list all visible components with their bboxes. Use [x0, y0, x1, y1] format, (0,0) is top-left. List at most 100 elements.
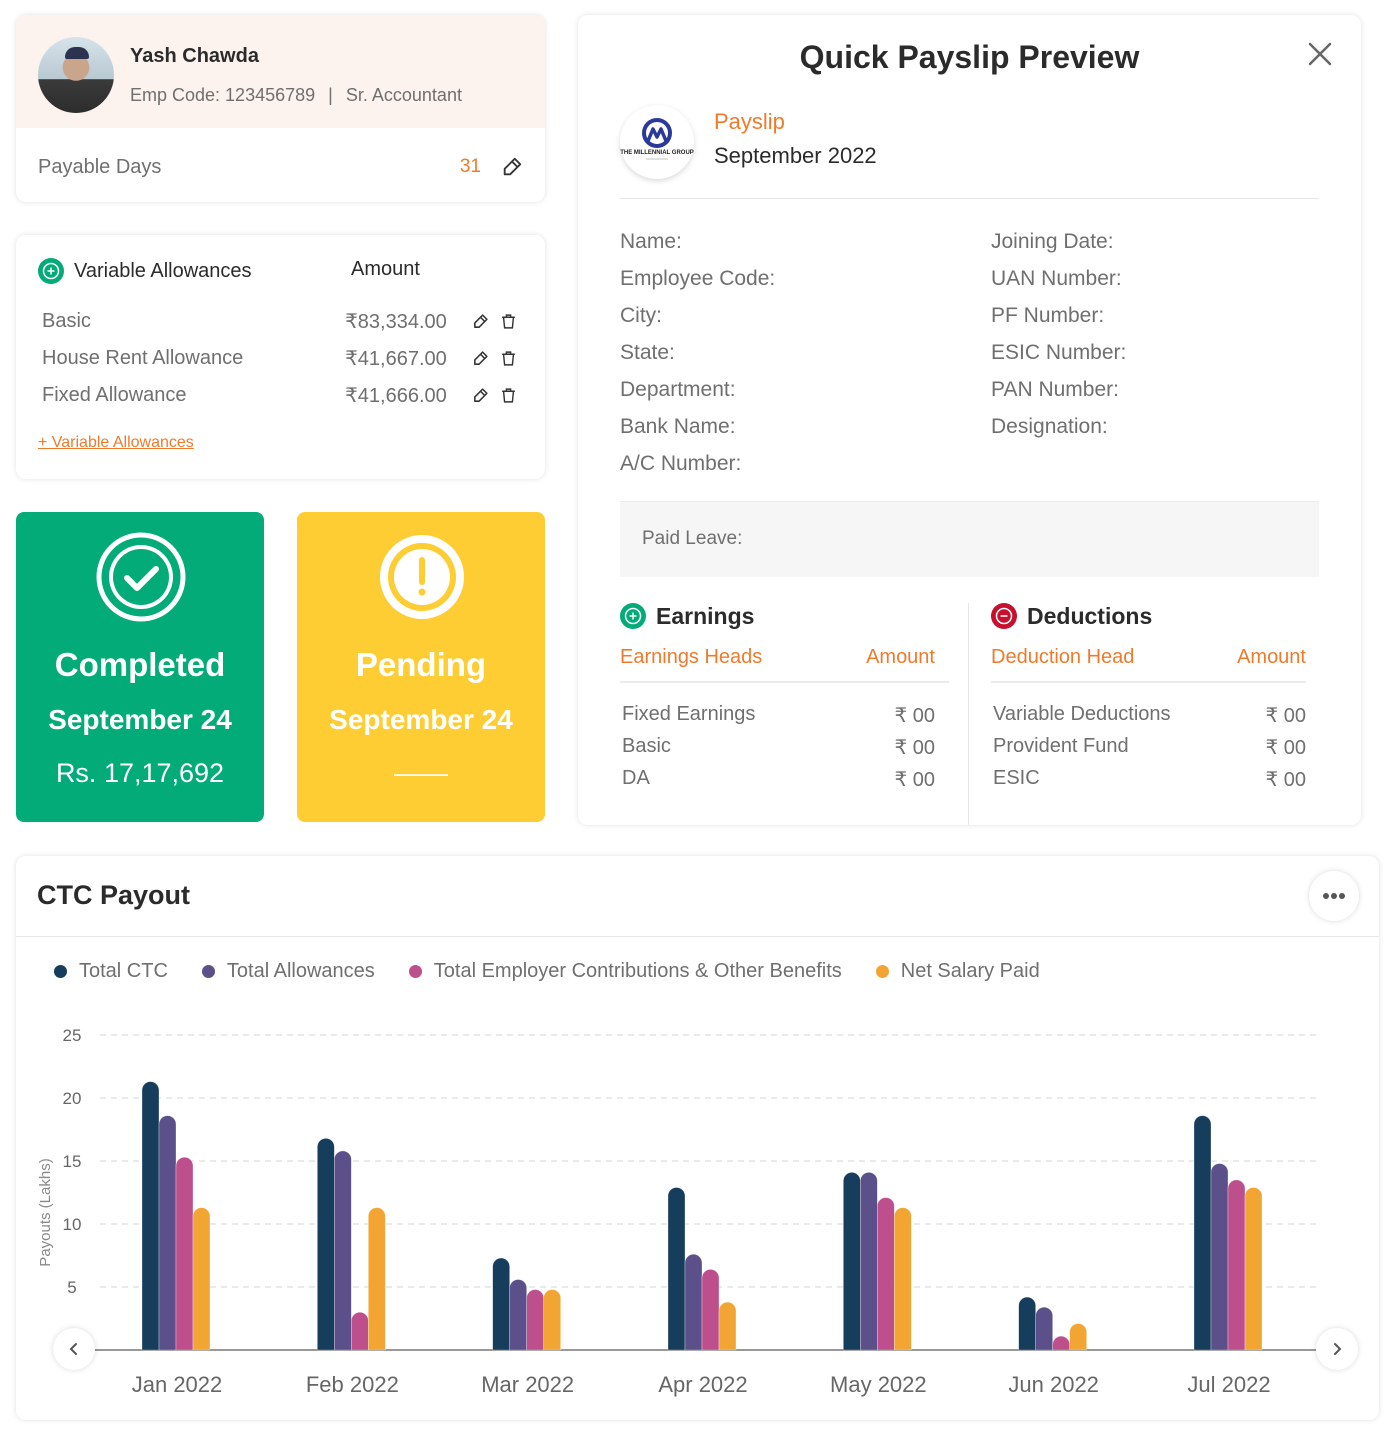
earnings-amount-header: Amount — [866, 646, 935, 668]
payslip-label: Payslip — [714, 109, 785, 134]
add-variable-allowance-link[interactable]: + Variable Allowances — [38, 434, 194, 452]
allowances-header: Variable Allowances — [38, 258, 252, 284]
divider — [620, 198, 1319, 199]
earning-name: DA — [622, 767, 650, 789]
field-uan-number: UAN Number: — [991, 267, 1122, 290]
close-icon[interactable] — [1305, 39, 1335, 69]
deductions-header: Deductions — [991, 600, 1306, 632]
bar — [718, 1301, 737, 1351]
field-city: City: — [620, 304, 662, 327]
company-logo: THE MILLENNIAL GROUP — [620, 105, 694, 179]
bar — [317, 1138, 335, 1351]
check-circle-icon — [96, 532, 186, 622]
paid-leave-box: Paid Leave: — [620, 501, 1319, 577]
delete-icon[interactable] — [495, 387, 522, 404]
earning-amount: ₹ 00 — [894, 705, 935, 727]
quick-payslip-preview-panel: Quick Payslip Preview THE MILLENNIAL GRO… — [578, 15, 1361, 825]
deduction-amount-header: Amount — [1237, 646, 1306, 668]
alert-circle-icon — [380, 535, 464, 619]
earnings-heads-header: Earnings Heads — [620, 646, 763, 668]
edit-icon[interactable] — [467, 387, 494, 404]
earnings-title: Earnings — [656, 602, 755, 629]
ctc-bar-chart: 5 10 15 20 25 Payouts (Lakhs) Jan 2022 Feb 2022… — [37, 1026, 1316, 1397]
deduction-amount: ₹ 00 — [1265, 705, 1306, 727]
earning-name: Basic — [622, 735, 671, 757]
edit-icon[interactable] — [467, 350, 494, 367]
bar — [1210, 1163, 1229, 1351]
payable-days-label: Payable Days — [38, 155, 162, 178]
deductions-section: Deductions Deduction Head Amount Variabl… — [991, 600, 1306, 799]
allowance-row: Basic ₹83,334.00 — [42, 306, 522, 336]
chart-next-button[interactable] — [1316, 1328, 1358, 1370]
delete-icon[interactable] — [495, 313, 522, 330]
chart-prev-button[interactable] — [53, 1328, 95, 1370]
edit-payable-days-icon[interactable] — [501, 156, 523, 178]
y-tick-label: 5 — [67, 1278, 76, 1297]
pending-title: Pending — [355, 646, 487, 683]
y-axis-label: Payouts (Lakhs) — [37, 1158, 54, 1266]
completed-date: September 24 — [48, 704, 232, 735]
deductions-row: Provident Fund ₹ 00 — [991, 735, 1306, 767]
employee-fields-left: Name: Employee Code: City: State: Depart… — [620, 223, 775, 482]
minus-circle-icon — [991, 603, 1017, 629]
deduction-amount: ₹ 00 — [1265, 737, 1306, 759]
allowance-name: House Rent Allowance — [42, 346, 244, 369]
earnings-row: DA ₹ 00 — [620, 767, 935, 799]
deductions-row: Variable Deductions ₹ 00 — [991, 703, 1306, 735]
earning-amount: ₹ 00 — [894, 737, 935, 759]
earnings-row: Basic ₹ 00 — [620, 735, 935, 767]
y-tick-label: 15 — [63, 1152, 82, 1171]
bar — [860, 1172, 878, 1351]
field-state: State: — [620, 341, 675, 364]
y-tick-label: 20 — [63, 1089, 82, 1108]
x-tick-label: Feb 2022 — [306, 1372, 399, 1397]
allowances-title: Variable Allowances — [74, 259, 252, 282]
field-esic-number: ESIC Number: — [991, 341, 1127, 364]
profile-header: Yash Chawda Emp Code: 123456789 | Sr. Ac… — [16, 15, 545, 128]
earnings-row: Fixed Earnings ₹ 00 — [620, 703, 935, 735]
chevron-left-icon — [69, 1343, 77, 1355]
delete-icon[interactable] — [495, 350, 522, 367]
field-joining-date: Joining Date: — [991, 230, 1114, 253]
edit-icon[interactable] — [467, 313, 494, 330]
ctc-payout-card: CTC Payout Total CTC Total Allowances Tota… — [16, 856, 1379, 1420]
deduction-name: ESIC — [993, 767, 1040, 789]
bar — [351, 1311, 369, 1351]
x-tick-label: Jan 2022 — [132, 1372, 223, 1397]
allowance-row: House Rent Allowance ₹41,667.00 — [42, 343, 522, 373]
earnings-section: Earnings Earnings Heads Amount Fixed Ear… — [620, 600, 949, 799]
bar — [701, 1269, 720, 1351]
field-pf-number: PF Number: — [991, 304, 1105, 327]
x-tick-label: Jun 2022 — [1008, 1372, 1099, 1397]
bar — [141, 1081, 160, 1351]
field-employee-code: Employee Code: — [620, 267, 776, 290]
bar — [368, 1207, 386, 1351]
bar — [1035, 1306, 1053, 1351]
bar — [175, 1157, 194, 1351]
company-logo-text: THE MILLENNIAL GROUP — [620, 150, 694, 156]
bar — [1193, 1115, 1212, 1351]
employee-name: Yash Chawda — [130, 45, 259, 67]
designation: Sr. Accountant — [345, 85, 462, 105]
bar — [1069, 1323, 1087, 1351]
payslip-panel-title: Quick Payslip Preview — [799, 39, 1140, 75]
bar — [684, 1254, 703, 1351]
x-tick-label: May 2022 — [830, 1372, 927, 1397]
payslip-period: September 2022 — [714, 143, 877, 168]
employee-fields-right: Joining Date: UAN Number: PF Number: ESI… — [991, 223, 1126, 445]
field-department: Department: — [620, 378, 736, 401]
earnings-header: Earnings — [620, 600, 935, 632]
x-tick-label: Jul 2022 — [1187, 1372, 1270, 1397]
bar — [1018, 1296, 1036, 1351]
bar — [192, 1207, 211, 1351]
pending-amount: —— — [394, 758, 448, 788]
y-tick-label: 25 — [63, 1026, 82, 1045]
y-tick-label: 10 — [63, 1215, 82, 1234]
allowance-name: Basic — [42, 309, 91, 332]
completed-title: Completed — [54, 646, 226, 683]
allowance-amount: ₹41,666.00 — [345, 384, 447, 407]
bar — [843, 1172, 861, 1351]
pending-date: September 24 — [329, 704, 513, 735]
earnings-column-headers: Earnings Heads Amount — [620, 646, 949, 683]
deduction-amount: ₹ 00 — [1265, 769, 1306, 791]
